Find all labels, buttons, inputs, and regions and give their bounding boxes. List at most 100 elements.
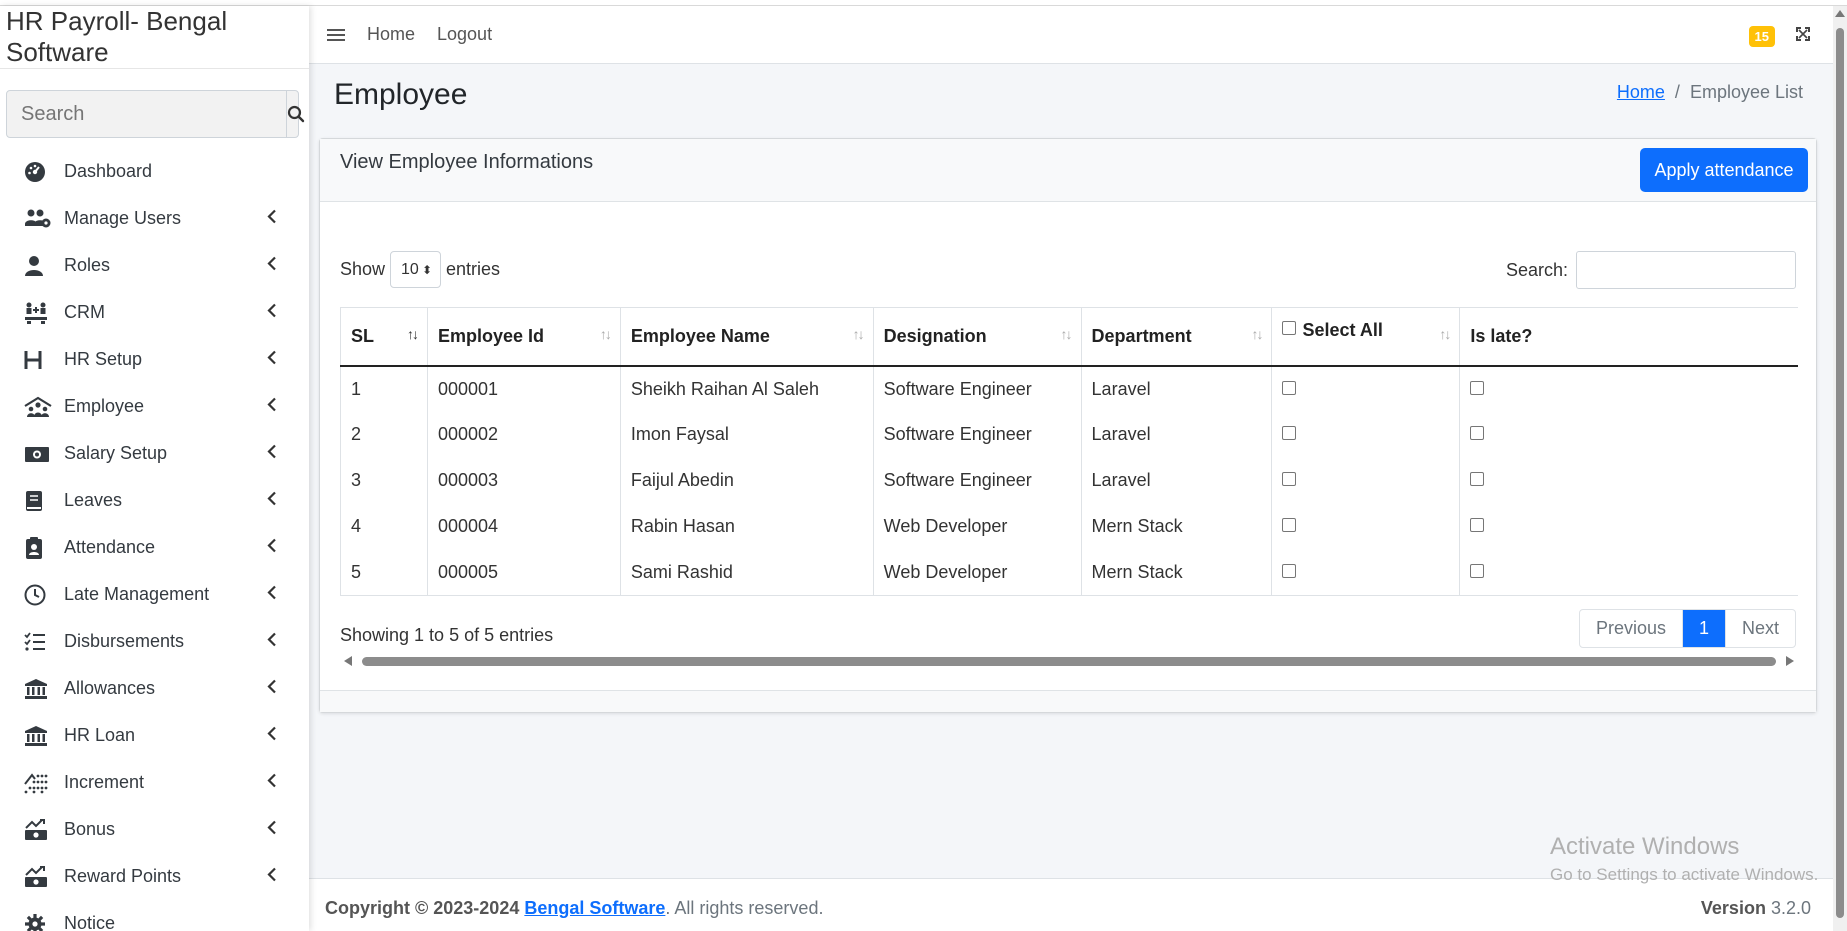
sidebar-item-disbursements[interactable]: Disbursements [0,618,309,665]
sidebar-item-crm[interactable]: CRM [0,289,309,336]
sidebar-search-button[interactable] [286,91,305,137]
cell-employee-id: 000003 [427,457,621,504]
is-late-checkbox[interactable] [1470,517,1485,532]
sort-arrows-icon[interactable]: ↑↓ [1439,326,1451,342]
version-label: Version [1700,898,1766,918]
chevron-left-icon[interactable] [267,349,277,370]
scroll-left-arrow-icon[interactable] [344,656,352,666]
column-header-employee-name[interactable]: Employee Name ↑↓ [620,307,874,367]
breadcrumb-home-link[interactable]: Home [1617,82,1665,102]
select-checkbox[interactable] [1282,471,1297,486]
company-link[interactable]: Bengal Software [524,898,665,918]
menu-toggle-icon[interactable] [327,26,345,44]
column-header-is-late[interactable]: Is late?↑↓ [1459,307,1798,367]
sort-arrows-icon[interactable]: ↑↓ [407,326,419,342]
chevron-left-icon[interactable] [267,537,277,558]
sidebar-item-notice[interactable]: Notice [0,900,309,931]
pagination-previous[interactable]: Previous [1580,610,1683,647]
column-header-employee-id[interactable]: Employee Id ↑↓ [427,307,621,367]
column-header-select-all[interactable]: Select All ↑↓ [1271,307,1461,367]
cell-is-late-checkbox [1459,503,1798,550]
column-header-sl[interactable]: SL ↑↓ [340,307,428,367]
chevron-left-icon[interactable] [267,255,277,276]
table-row: 3 000003 Faijul Abedin Software Engineer Lar… [340,457,1798,504]
chevron-left-icon[interactable] [267,866,277,887]
sidebar-item-roles[interactable]: Roles [0,242,309,289]
entries-select[interactable]: 10 [390,251,442,288]
windows-activation-watermark: Activate Windows Go to Settings to activ… [1550,833,1818,885]
sidebar-item-label: Attendance [64,537,156,557]
sidebar-item-increment[interactable]: Increment [0,759,309,806]
sidebar-item-late-management[interactable]: Late Management [0,571,309,618]
sidebar-item-label: Disbursements [64,631,185,651]
topbar-home-link[interactable]: Home [367,24,415,45]
sidebar-item-allowances[interactable]: Allowances [0,665,309,712]
sidebar-item-leaves[interactable]: Leaves [0,477,309,524]
chevron-left-icon[interactable] [267,490,277,511]
sort-arrows-icon[interactable]: ↑↓ [600,326,612,342]
fullscreen-icon[interactable] [1795,26,1811,47]
column-header-label: Employee Id [437,325,544,346]
is-late-checkbox[interactable] [1470,563,1485,578]
cell-sl: 5 [340,549,428,596]
page-vertical-scrollbar[interactable] [1833,6,1847,931]
notification-badge[interactable]: 15 [1748,26,1775,47]
select-checkbox[interactable] [1282,517,1297,532]
card-title: View Employee Informations [340,151,594,173]
topbar: Home Logout 15 [309,6,1833,64]
sort-arrows-icon[interactable]: ↑↓ [1061,326,1073,342]
column-header-label: Employee Name [630,325,770,346]
table-horizontal-scrollbar[interactable] [340,653,1798,669]
chevron-left-icon[interactable] [267,772,277,793]
chevron-left-icon[interactable] [267,396,277,417]
chevron-left-icon[interactable] [267,302,277,323]
select-checkbox[interactable] [1282,425,1297,440]
scroll-up-arrow-icon[interactable] [1835,10,1845,17]
scroll-right-arrow-icon[interactable] [1786,656,1794,666]
column-header-label: Is late? [1470,325,1533,346]
apply-attendance-button[interactable]: Apply attendance [1640,148,1808,192]
sidebar-item-reward-points[interactable]: Reward Points [0,853,309,900]
scrollbar-thumb[interactable] [362,657,1776,666]
chevron-left-icon[interactable] [267,725,277,746]
chevron-left-icon[interactable] [267,819,277,840]
pagination-page-1[interactable]: 1 [1682,610,1726,647]
column-header-label: Department [1091,325,1192,346]
column-header-department[interactable]: Department ↑↓ [1081,307,1273,367]
select-checkbox[interactable] [1282,380,1297,395]
cell-designation: Software Engineer [873,457,1082,504]
is-late-checkbox[interactable] [1470,425,1485,440]
chevron-left-icon[interactable] [267,584,277,605]
topbar-logout-link[interactable]: Logout [437,24,492,45]
sidebar-search-input[interactable] [7,91,286,137]
chevron-left-icon[interactable] [267,631,277,652]
sort-arrows-icon[interactable]: ↑↓ [853,326,865,342]
users-icon [24,206,54,232]
is-late-checkbox[interactable] [1470,471,1485,486]
sidebar-item-manage-users[interactable]: Manage Users [0,195,309,242]
sidebar-item-hr-loan[interactable]: HR Loan [0,712,309,759]
pagination-next[interactable]: Next [1726,610,1795,647]
sidebar-item-salary-setup[interactable]: Salary Setup [0,430,309,477]
sidebar-item-bonus[interactable]: Bonus [0,806,309,853]
column-header-designation[interactable]: Designation ↑↓ [873,307,1082,367]
sidebar-item-attendance[interactable]: Attendance [0,524,309,571]
brand-title[interactable]: HR Payroll- Bengal Software [0,6,309,69]
chevron-left-icon[interactable] [267,678,277,699]
sidebar-item-hr-setup[interactable]: HR Setup [0,336,309,383]
table-search-input[interactable] [1576,251,1796,289]
sidebar-item-dashboard[interactable]: Dashboard [0,148,309,195]
rights-text: . All rights reserved. [665,898,824,918]
chevron-left-icon[interactable] [267,443,277,464]
cell-is-late-checkbox [1459,411,1798,458]
page-scrollbar-thumb[interactable] [1836,28,1844,918]
sidebar-item-employee[interactable]: Employee [0,383,309,430]
sidebar-item-label: Notice [64,913,116,931]
sidebar: HR Payroll- Bengal Software Dashboard Man… [0,6,309,931]
sidebar-item-label: Allowances [64,678,156,698]
sort-arrows-icon[interactable]: ↑↓ [1251,326,1263,342]
select-all-checkbox[interactable] [1282,321,1297,335]
is-late-checkbox[interactable] [1470,380,1485,395]
select-checkbox[interactable] [1282,563,1297,578]
chevron-left-icon[interactable] [267,208,277,229]
